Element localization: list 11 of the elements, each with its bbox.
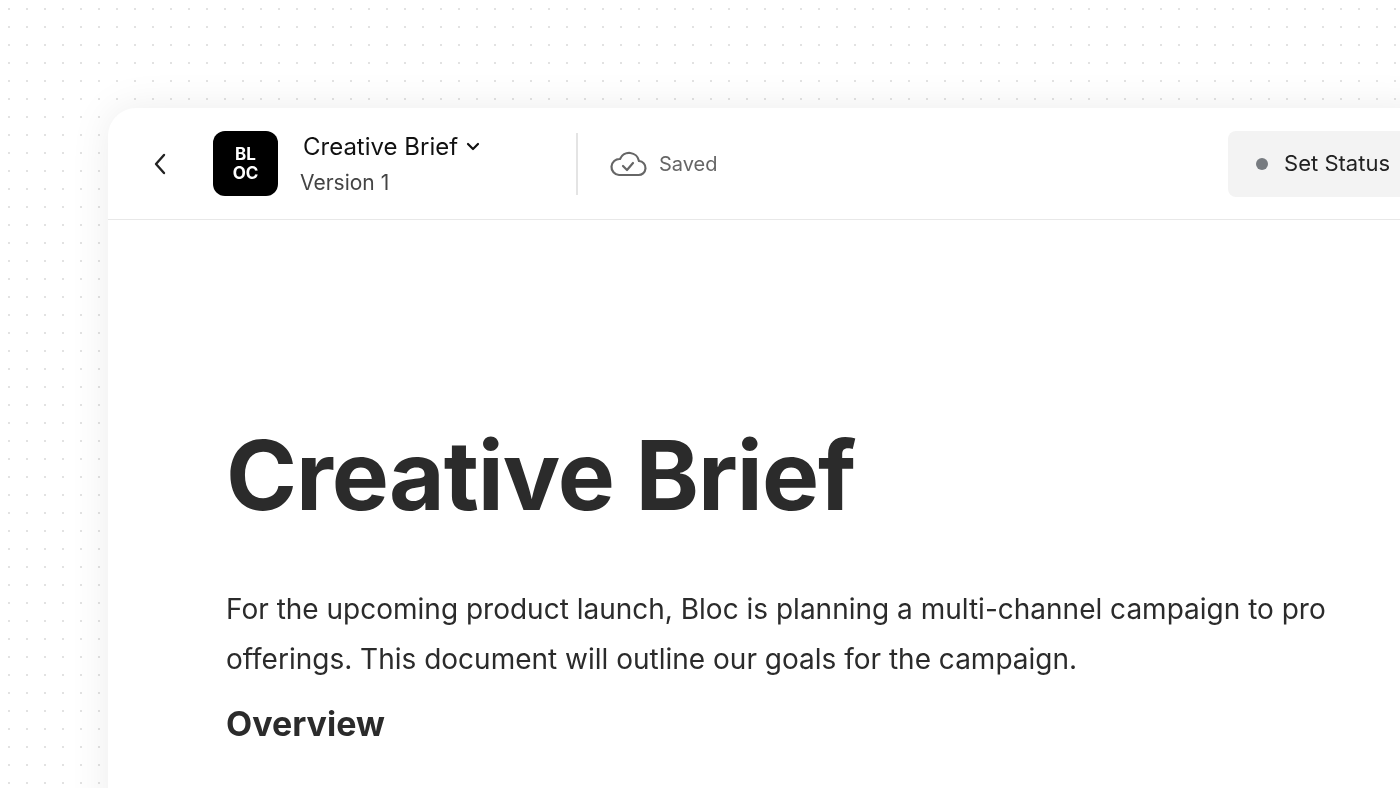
chevron-down-icon [466,142,481,152]
logo: BL OC [213,131,278,196]
save-status: Saved [609,148,718,179]
back-icon [153,151,167,176]
document-title: Creative Brief [226,420,857,530]
set-status-button[interactable]: Set Status [1228,130,1400,197]
cloud-check-icon [609,149,647,178]
version-label: Version 1 [300,168,391,197]
intro-paragraph: For the upcoming product launch, Bloc is planning a multi-channel campaign to pro offerings. This document will outline our goals for the campaign. [226,591,1327,678]
section-heading: Overview [226,704,386,744]
document-title-dropdown[interactable]: Creative Brief [303,128,560,165]
